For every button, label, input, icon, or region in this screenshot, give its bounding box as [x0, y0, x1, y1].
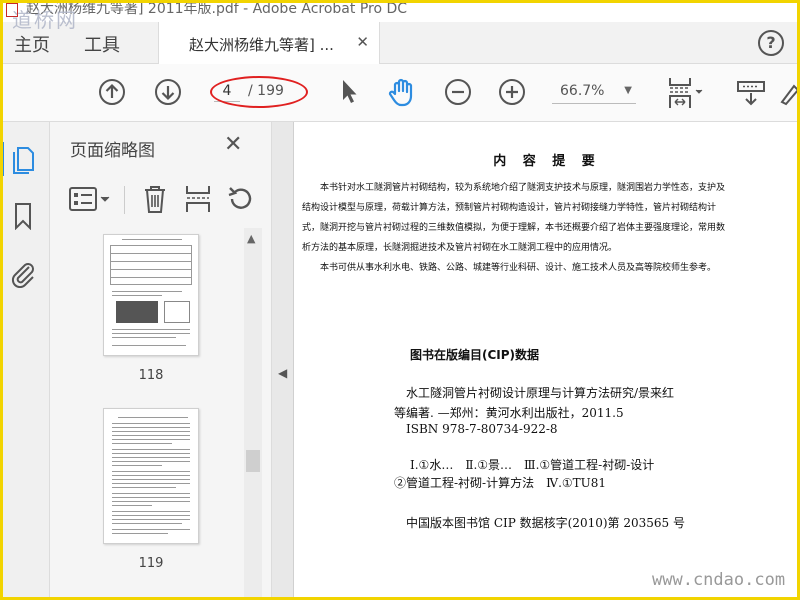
tab-document[interactable]: 赵大洲杨维九等著] ... ✕ — [158, 22, 380, 64]
cip-line: 等编著. —郑州：黄河水利出版社，2011.5 — [394, 406, 624, 420]
cip-line: 中国版本图书馆 CIP 数据核字(2010)第 203565 号 — [406, 516, 685, 530]
bookmark-icon[interactable] — [12, 202, 34, 230]
document-view[interactable]: 内 容 提 要 本书针对水工隧洞管片衬砌结构，较为系统地介绍了隧洞支护技术与原理… — [294, 122, 800, 600]
cip-title: 图书在版编目(CIP)数据 — [410, 348, 540, 362]
select-arrow-icon[interactable] — [338, 78, 360, 106]
tab-tools[interactable]: 工具 — [84, 31, 120, 57]
scrollbar-thumb[interactable] — [246, 450, 260, 472]
delete-trash-icon[interactable] — [142, 184, 168, 214]
tab-home[interactable]: 主页 — [14, 31, 50, 57]
panel-toolbar — [50, 174, 272, 224]
hand-tool-icon[interactable] — [386, 76, 418, 108]
watermark-top-left: 道桥网 — [12, 8, 78, 32]
tab-document-label: 赵大洲杨维九等著] ... — [189, 36, 334, 54]
zoom-level-value: 66.7% — [560, 83, 605, 99]
rail-selection-indicator — [0, 142, 4, 176]
left-nav-rail — [0, 122, 50, 600]
doc-intro: 本书针对水工隧洞管片衬砌结构，较为系统地介绍了隧洞支护技术与原理，隧洞围岩力学性… — [302, 178, 800, 278]
next-page-icon[interactable] — [154, 78, 182, 106]
thumbnail-label-119: 119 — [138, 556, 164, 571]
main-toolbar: 4 / 199 66.7% ▼ — [0, 64, 800, 122]
scroll-mode-icon[interactable] — [736, 80, 766, 108]
intro-line: 式，隧洞开挖与管片衬砌过程的三维数值模拟，为便于理解，本书还概要介绍了岩体主要强… — [302, 223, 726, 233]
page-thumbnails-panel: 页面缩略图 ✕ 118 119 ▲ — [50, 122, 272, 600]
window-title: 赵大洲杨维九等著] 2011年版.pdf - Adobe Acrobat Pro… — [26, 1, 408, 17]
tab-bar: 主页 工具 赵大洲杨维九等著] ... ✕ ? — [0, 22, 800, 64]
rotate-icon[interactable] — [226, 184, 256, 214]
scroll-up-icon[interactable]: ▲ — [247, 232, 255, 245]
intro-line: 本书针对水工隧洞管片衬砌结构，较为系统地介绍了隧洞支护技术与原理，隧洞围岩力学性… — [302, 183, 726, 193]
panel-close-icon[interactable]: ✕ — [224, 132, 242, 157]
cip-line: ②管道工程-衬砌-计算方法 Ⅳ.①TU81 — [394, 476, 607, 490]
attachment-paperclip-icon[interactable] — [9, 258, 37, 288]
cip-line: 水工隧洞管片衬砌设计原理与计算方法研究/景来红 — [406, 386, 675, 400]
extract-pages-icon[interactable] — [184, 184, 212, 214]
page-thumbnails-icon[interactable] — [11, 144, 37, 174]
zoom-out-icon[interactable] — [444, 78, 472, 106]
page-display-icon[interactable] — [666, 76, 706, 110]
thumbnail-page-119[interactable] — [103, 408, 199, 544]
intro-line: 本书可供从事水利水电、铁路、公路、城建等行业科研、设计、施工技术人员及高等院校师… — [302, 263, 717, 273]
cip-line: Ⅰ.①水… Ⅱ.①景… Ⅲ.①管道工程-衬砌-设计 — [410, 458, 655, 472]
panel-collapse-strip[interactable]: ◀ — [272, 122, 294, 600]
help-icon[interactable]: ? — [758, 30, 784, 56]
chevron-down-icon: ▼ — [624, 85, 632, 96]
panel-title: 页面缩略图 — [70, 141, 155, 161]
previous-page-icon[interactable] — [98, 78, 126, 106]
intro-line: 析方法的基本原理，长隧洞掘进技术及管片衬砌在水工隧洞工程中的应用情况。 — [302, 243, 618, 253]
zoom-level-select[interactable]: 66.7% ▼ — [552, 78, 636, 104]
thumbnail-page-118[interactable] — [103, 234, 199, 356]
cip-line: ISBN 978-7-80734-922-8 — [406, 422, 558, 436]
intro-line: 结构设计模型与原理，荷载计算方法，预制管片衬砌构造设计，管片衬砌接缝力学特性，管… — [302, 203, 717, 213]
panel-toolbar-separator — [124, 186, 125, 214]
thumbnail-label-118: 118 — [138, 368, 164, 383]
red-highlight-oval — [210, 76, 308, 108]
pen-icon[interactable] — [778, 80, 800, 108]
thumbnail-list: 118 119 ▲ — [50, 228, 272, 600]
doc-heading: 内 容 提 要 — [493, 154, 601, 169]
zoom-in-icon[interactable] — [498, 78, 526, 106]
thumbnail-options-icon[interactable] — [68, 186, 114, 212]
thumbnail-scrollbar[interactable]: ▲ — [244, 228, 262, 600]
tab-close-icon[interactable]: ✕ — [356, 33, 369, 51]
collapse-left-icon[interactable]: ◀ — [278, 366, 287, 380]
window-titlebar: 赵大洲杨维九等著] 2011年版.pdf - Adobe Acrobat Pro… — [0, 0, 800, 22]
watermark-bottom-right: www.cndao.com — [652, 570, 786, 590]
